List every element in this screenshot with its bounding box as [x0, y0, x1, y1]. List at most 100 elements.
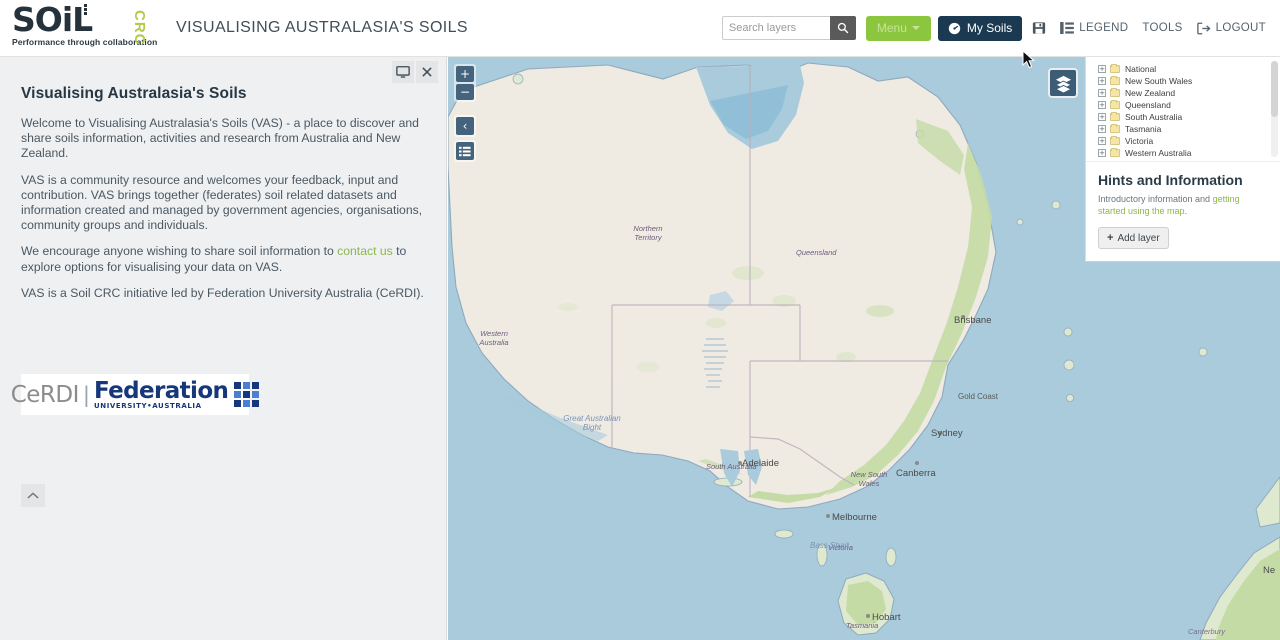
- folder-icon: [1110, 124, 1120, 133]
- layer-tree-label: National: [1125, 64, 1157, 74]
- contact-us-link[interactable]: contact us: [337, 244, 393, 258]
- logo-text-crc: CRC: [131, 10, 148, 46]
- add-layer-button[interactable]: + Add layer: [1098, 227, 1169, 249]
- city-dot-canberra: [915, 461, 919, 465]
- brand-logo[interactable]: SOiL CRC Performance through collaborati…: [0, 3, 160, 53]
- menu-button-label: Menu: [876, 21, 907, 35]
- display-icon[interactable]: [392, 61, 414, 83]
- contact-text-before: We encourage anyone wishing to share soi…: [21, 244, 338, 259]
- logout-label: LOGOUT: [1215, 22, 1266, 34]
- hints-text-before: Introductory information and: [1098, 194, 1213, 204]
- folder-icon: [1110, 100, 1120, 109]
- chevron-down-icon: [911, 26, 920, 30]
- collapse-left-panel-button[interactable]: ‹: [456, 117, 474, 135]
- layer-tree-label: Tasmania: [1125, 124, 1162, 134]
- hints-text-after: .: [1184, 205, 1188, 216]
- gauge-icon: [948, 22, 961, 34]
- hints-description: Introductory information and getting sta…: [1098, 194, 1268, 217]
- expand-icon[interactable]: +: [1098, 113, 1106, 121]
- search-input[interactable]: [721, 16, 830, 40]
- hints-title: Hints and Information: [1098, 172, 1243, 188]
- layers-panel: + National + New South Wales + New Zeala…: [1085, 57, 1280, 262]
- city-dot-melbourne: [826, 514, 830, 518]
- folder-icon: [1110, 112, 1120, 121]
- legend-button[interactable]: LEGEND: [1060, 22, 1128, 34]
- chevron-up-icon: [27, 492, 39, 499]
- my-soils-button[interactable]: My Soils: [937, 15, 1023, 41]
- intro-paragraph-1: Welcome to Visualising Australasia's Soi…: [21, 116, 419, 161]
- legend-list-control: [454, 140, 476, 162]
- zoom-in-button[interactable]: +: [456, 66, 474, 82]
- legend-icon: [1060, 22, 1075, 34]
- search-layers-group: [721, 16, 856, 40]
- my-soils-label: My Soils: [966, 21, 1013, 35]
- layer-tree-label: New South Wales: [1125, 76, 1193, 86]
- info-panel: Visualising Australasia's Soils Welcome …: [0, 57, 447, 640]
- folder-icon: [1110, 76, 1120, 85]
- layer-tree-label: Western Australia: [1125, 148, 1192, 158]
- layer-tree-item[interactable]: + South Australia: [1086, 111, 1280, 123]
- expand-icon[interactable]: +: [1098, 89, 1106, 97]
- header-toolbar: Menu My Soils: [721, 15, 1280, 41]
- layer-tree-item[interactable]: + Tasmania: [1086, 123, 1280, 135]
- layer-tree-scrollbar[interactable]: [1271, 61, 1278, 157]
- info-panel-title: Visualising Australasia's Soils: [21, 85, 247, 102]
- logout-button[interactable]: LOGOUT: [1196, 22, 1266, 35]
- federation-block: Federation UNIVERSITY•AUSTRALIA: [93, 377, 229, 410]
- layer-tree-label: Queensland: [1125, 100, 1171, 110]
- application-root: SOiL CRC Performance through collaborati…: [0, 0, 1280, 640]
- close-icon[interactable]: [416, 61, 438, 83]
- layer-tree-label: Victoria: [1125, 136, 1154, 146]
- save-icon: [1033, 22, 1046, 34]
- cerdi-wordmark: CeRDI: [10, 381, 80, 408]
- plus-icon: +: [1107, 232, 1114, 244]
- expand-icon[interactable]: +: [1098, 137, 1106, 145]
- zoom-out-button[interactable]: −: [456, 84, 474, 100]
- soil-crc-logo: SOiL CRC Performance through collaborati…: [12, 3, 157, 53]
- city-dot-adelaide: [738, 461, 742, 465]
- city-dot-sydney: [938, 431, 942, 435]
- layer-tree-item[interactable]: + Victoria: [1086, 135, 1280, 147]
- expand-icon[interactable]: +: [1098, 77, 1106, 85]
- collapse-panel-button[interactable]: [21, 484, 45, 507]
- expand-icon[interactable]: +: [1098, 101, 1106, 109]
- scrollbar-thumb[interactable]: [1271, 61, 1278, 117]
- tools-button[interactable]: TOOLS: [1142, 22, 1182, 34]
- tools-label: TOOLS: [1142, 22, 1183, 34]
- folder-icon: [1110, 64, 1120, 73]
- save-button[interactable]: [1032, 21, 1046, 35]
- expand-icon[interactable]: +: [1098, 149, 1106, 157]
- expand-icon[interactable]: +: [1098, 65, 1106, 73]
- federation-mark-icon: [234, 382, 260, 407]
- panel-toggle-control: ‹: [454, 115, 476, 137]
- city-dot-hobart: [866, 614, 870, 618]
- federation-subtitle: UNIVERSITY•AUSTRALIA: [93, 401, 202, 410]
- info-panel-body: Visualising Australasia's Soils Welcome …: [0, 57, 446, 301]
- legend-label: LEGEND: [1079, 22, 1129, 34]
- layer-tree-label: South Australia: [1125, 112, 1183, 122]
- search-icon[interactable]: [829, 16, 856, 40]
- app-header: SOiL CRC Performance through collaborati…: [0, 0, 1280, 57]
- layer-tree-item[interactable]: + Queensland: [1086, 99, 1280, 111]
- add-layer-label: Add layer: [1117, 232, 1160, 244]
- hints-section: Hints and Information Introductory infor…: [1086, 161, 1280, 249]
- layer-tree-item[interactable]: + National: [1086, 63, 1280, 75]
- menu-button[interactable]: Menu: [865, 15, 931, 41]
- federation-wordmark: Federation: [93, 377, 229, 404]
- contact-paragraph: We encourage anyone wishing to share soi…: [21, 244, 424, 274]
- expand-icon[interactable]: +: [1098, 125, 1106, 133]
- layer-tree-item[interactable]: + Western Australia: [1086, 147, 1280, 159]
- folder-icon: [1110, 88, 1120, 97]
- page-title: VISUALISING AUSTRALASIA'S SOILS: [176, 19, 469, 36]
- layer-tree-label: New Zealand: [1125, 88, 1176, 98]
- list-icon[interactable]: [456, 142, 474, 160]
- layer-tree-item[interactable]: + New South Wales: [1086, 75, 1280, 87]
- layer-tree-item[interactable]: + New Zealand: [1086, 87, 1280, 99]
- partner-logo-text: CeRDI | Federation UNIVERSITY•AUSTRALIA: [10, 377, 260, 410]
- city-dot-brisbane: [961, 315, 965, 319]
- layer-tree: + National + New South Wales + New Zeala…: [1086, 57, 1280, 161]
- cerdi-federation-logo[interactable]: CeRDI | Federation UNIVERSITY•AUSTRALIA: [11, 374, 260, 415]
- layers-icon[interactable]: [1048, 68, 1078, 98]
- zoom-controls: + −: [454, 64, 476, 102]
- intro-paragraph-2: VAS is a community resource and welcomes…: [21, 172, 423, 233]
